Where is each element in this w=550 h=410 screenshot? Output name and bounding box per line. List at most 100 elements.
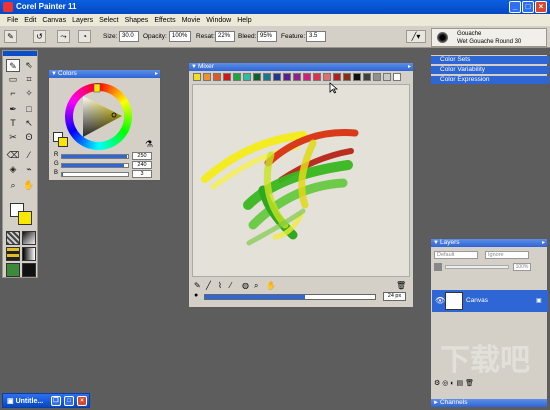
menu-movie[interactable]: Movie — [179, 17, 204, 24]
rect-selection-icon[interactable]: ▭ — [6, 73, 20, 86]
eraser-icon[interactable]: ⌫ — [6, 149, 20, 162]
mixer-color-chip[interactable] — [283, 73, 291, 81]
slider-g-track[interactable] — [61, 163, 129, 168]
looks-selector-icon[interactable] — [22, 263, 36, 277]
mixer-color-chip[interactable] — [273, 73, 281, 81]
collapse-triangle-icon[interactable]: ▼ — [191, 63, 197, 71]
close-button[interactable]: × — [535, 1, 547, 13]
color-variability-panel[interactable]: Color Variability — [431, 66, 549, 74]
doc-restore-button[interactable]: ❐ — [51, 396, 61, 406]
dropper-icon[interactable]: ⁄ — [22, 149, 36, 162]
mixer-color-chip[interactable] — [393, 73, 401, 81]
minimized-document[interactable]: ▣ Untitle... ❐ □ × — [2, 393, 90, 408]
rectangle-shape-icon[interactable]: □ — [22, 103, 36, 116]
slider-r-value[interactable]: 250 — [132, 152, 152, 160]
channels-panel-header[interactable]: ► Channels — [431, 399, 547, 407]
mixer-color-chip[interactable] — [373, 73, 381, 81]
layer-opacity-slider[interactable] — [445, 265, 509, 269]
layer-commands-icon[interactable]: ⚙ — [434, 380, 440, 387]
brush-tool-icon[interactable]: ✎ — [4, 30, 17, 43]
gradient-selector-icon[interactable] — [22, 231, 36, 245]
size-field[interactable]: 30.0 — [119, 31, 139, 42]
layer-mask-icon[interactable]: ◐ — [450, 380, 454, 387]
mixer-color-chip[interactable] — [223, 73, 231, 81]
opacity-field[interactable]: 100% — [169, 31, 191, 42]
doc-close-button[interactable]: × — [77, 396, 87, 406]
dynamic-plugins-icon[interactable]: ◎ — [442, 380, 448, 387]
composite-method-select[interactable]: Default — [434, 251, 478, 259]
menu-help[interactable]: Help — [234, 17, 254, 24]
collapse-triangle-icon[interactable]: ▼ — [433, 239, 439, 247]
saturation-value-triangle[interactable] — [65, 83, 132, 150]
mixer-color-chip[interactable] — [253, 73, 261, 81]
maximize-button[interactable]: □ — [522, 1, 534, 13]
collapse-triangle-icon[interactable]: ▼ — [51, 70, 57, 78]
menu-edit[interactable]: Edit — [21, 17, 39, 24]
mixer-color-chip[interactable] — [383, 73, 391, 81]
main-color-swatch[interactable] — [18, 211, 32, 225]
shape-selection-icon[interactable]: ↖ — [22, 117, 36, 130]
resat-field[interactable]: 22% — [215, 31, 235, 42]
transform-icon[interactable]: ⌗ — [22, 73, 36, 86]
mixer-color-chip[interactable] — [203, 73, 211, 81]
zoom-icon[interactable]: ⌕ — [254, 281, 258, 291]
layer-row-canvas[interactable]: 👁 Canvas ▣ — [432, 290, 548, 312]
expand-triangle-icon[interactable]: ► — [433, 399, 439, 407]
bleed-field[interactable]: 95% — [257, 31, 277, 42]
panel-menu-icon[interactable]: ▸ — [542, 239, 545, 247]
weave-selector-icon[interactable] — [22, 247, 36, 261]
composite-depth-select[interactable]: Ignore — [485, 251, 529, 259]
delete-layer-icon[interactable]: 🗑 — [465, 380, 474, 387]
color-dropper-icon[interactable]: ⚗ — [145, 139, 153, 150]
mixer-color-chip[interactable] — [323, 73, 331, 81]
pen-icon[interactable]: ✒ — [6, 103, 20, 116]
brush-selector[interactable]: Gouache Wet Gouache Round 30 — [431, 28, 547, 47]
colors-panel-header[interactable]: ▼ Colors ▸ — [49, 70, 160, 78]
mixer-color-chip[interactable] — [193, 73, 201, 81]
sample-color-icon[interactable]: ⁄ — [230, 281, 231, 290]
mixer-color-chip[interactable] — [353, 73, 361, 81]
mixer-color-chip[interactable] — [333, 73, 341, 81]
layer-opacity-value[interactable]: 100% — [513, 263, 531, 271]
color-sets-panel[interactable]: Color Sets — [431, 56, 549, 64]
magic-wand-icon[interactable]: ✧ — [22, 87, 36, 100]
stroke-icon[interactable]: ⤳ — [57, 30, 70, 43]
mixer-pad[interactable] — [192, 84, 410, 277]
mixer-color-chip[interactable] — [243, 73, 251, 81]
brush-category-icon[interactable]: ╱▾ — [406, 30, 426, 43]
feature-field[interactable]: 3.5 — [306, 31, 326, 42]
mixer-color-chip[interactable] — [213, 73, 221, 81]
new-layer-icon[interactable]: ▤ — [456, 380, 463, 387]
color-expression-panel[interactable]: Color Expression — [431, 76, 549, 84]
mixer-color-chip[interactable] — [233, 73, 241, 81]
panel-menu-icon[interactable]: ▸ — [155, 70, 158, 78]
paper-selector-icon[interactable] — [6, 231, 20, 245]
mixer-color-chip[interactable] — [343, 73, 351, 81]
magnifier-icon[interactable]: ⌕ — [6, 179, 20, 192]
lasso-icon[interactable]: ʘ — [22, 131, 36, 144]
scissors-icon[interactable]: ✂ — [6, 131, 20, 144]
pattern-selector-icon[interactable] — [6, 247, 20, 261]
slider-r-track[interactable] — [61, 154, 129, 159]
minimize-button[interactable]: _ — [509, 1, 521, 13]
clear-mixer-icon[interactable]: 🗑 — [396, 281, 406, 290]
menu-canvas[interactable]: Canvas — [39, 17, 69, 24]
pan-icon[interactable]: ✋ — [266, 281, 276, 290]
hue-ring[interactable] — [65, 83, 132, 150]
layers-panel-header[interactable]: ▼ Layers ▸ — [431, 239, 547, 247]
menu-layers[interactable]: Layers — [69, 17, 96, 24]
main-color-swatch[interactable] — [58, 137, 68, 147]
mix-color-icon[interactable]: ⌇ — [218, 281, 222, 290]
crop-icon[interactable]: ⌐ — [6, 87, 20, 100]
mixer-size-value[interactable]: 24 px — [383, 292, 406, 301]
sample-multiple-icon[interactable]: ◍ — [242, 281, 249, 290]
mixer-color-chip[interactable] — [313, 73, 321, 81]
layer-adjuster-icon[interactable]: ⇖ — [22, 59, 36, 72]
size-dial-icon[interactable]: ◔ — [78, 30, 91, 43]
dirty-brush-icon[interactable]: ✎ — [194, 281, 201, 290]
mixer-size-slider[interactable] — [204, 294, 376, 300]
mixer-color-chip[interactable] — [293, 73, 301, 81]
cloner-icon[interactable]: ⌁ — [22, 163, 36, 176]
menu-select[interactable]: Select — [96, 17, 121, 24]
doc-maximize-button[interactable]: □ — [64, 396, 74, 406]
